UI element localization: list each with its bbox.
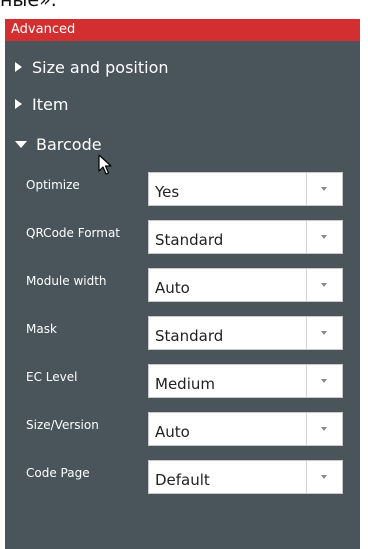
field-ec-level: EC Level Medium (26, 364, 346, 398)
field-code-page: Code Page Default (26, 460, 346, 494)
field-label: Size/Version (26, 418, 99, 432)
field-label: Module width (26, 274, 107, 288)
dropdown-button[interactable] (306, 221, 342, 253)
section-barcode[interactable]: Barcode (15, 132, 102, 156)
select-value: Yes (155, 183, 180, 201)
chevron-down-icon (321, 283, 327, 287)
section-label: Barcode (36, 134, 102, 154)
field-label: EC Level (26, 370, 78, 384)
section-size-and-position[interactable]: Size and position (15, 55, 169, 79)
select-value: Standard (155, 231, 224, 249)
select-value: Medium (155, 375, 215, 393)
dropdown-button[interactable] (306, 365, 342, 397)
field-label: Optimize (26, 178, 80, 192)
field-size-version: Size/Version Auto (26, 412, 346, 446)
chevron-down-icon (321, 235, 327, 239)
field-optimize: Optimize Yes (26, 172, 346, 206)
advanced-panel: Advanced Size and position Item Barcode … (5, 19, 360, 549)
ec-level-select[interactable]: Medium (148, 364, 343, 398)
section-label: Size and position (32, 57, 169, 77)
dropdown-button[interactable] (306, 173, 342, 205)
select-value: Default (155, 471, 210, 489)
field-mask: Mask Standard (26, 316, 346, 350)
triangle-right-icon (15, 99, 22, 109)
code-page-select[interactable]: Default (148, 460, 343, 494)
field-label: Code Page (26, 466, 90, 480)
panel-header: Advanced (5, 19, 360, 41)
field-label: QRCode Format (26, 226, 121, 240)
triangle-right-icon (15, 62, 22, 72)
section-item[interactable]: Item (15, 92, 68, 116)
mouse-cursor-icon (98, 154, 112, 180)
chevron-down-icon (321, 379, 327, 383)
dropdown-button[interactable] (306, 461, 342, 493)
field-module-width: Module width Auto (26, 268, 346, 302)
partial-background-text: ные». (0, 0, 57, 11)
dropdown-button[interactable] (306, 317, 342, 349)
select-value: Standard (155, 327, 224, 345)
select-value: Auto (155, 279, 190, 297)
chevron-down-icon (321, 427, 327, 431)
triangle-down-icon (15, 140, 27, 148)
select-value: Auto (155, 423, 190, 441)
qrcode-format-select[interactable]: Standard (148, 220, 343, 254)
optimize-select[interactable]: Yes (148, 172, 343, 206)
field-label: Mask (26, 322, 57, 336)
chevron-down-icon (321, 475, 327, 479)
background-text-strip: ные». (0, 0, 368, 19)
chevron-down-icon (321, 331, 327, 335)
field-qrcode-format: QRCode Format Standard (26, 220, 346, 254)
section-label: Item (32, 94, 69, 114)
size-version-select[interactable]: Auto (148, 412, 343, 446)
dropdown-button[interactable] (306, 269, 342, 301)
mask-select[interactable]: Standard (148, 316, 343, 350)
chevron-down-icon (321, 187, 327, 191)
module-width-select[interactable]: Auto (148, 268, 343, 302)
dropdown-button[interactable] (306, 413, 342, 445)
